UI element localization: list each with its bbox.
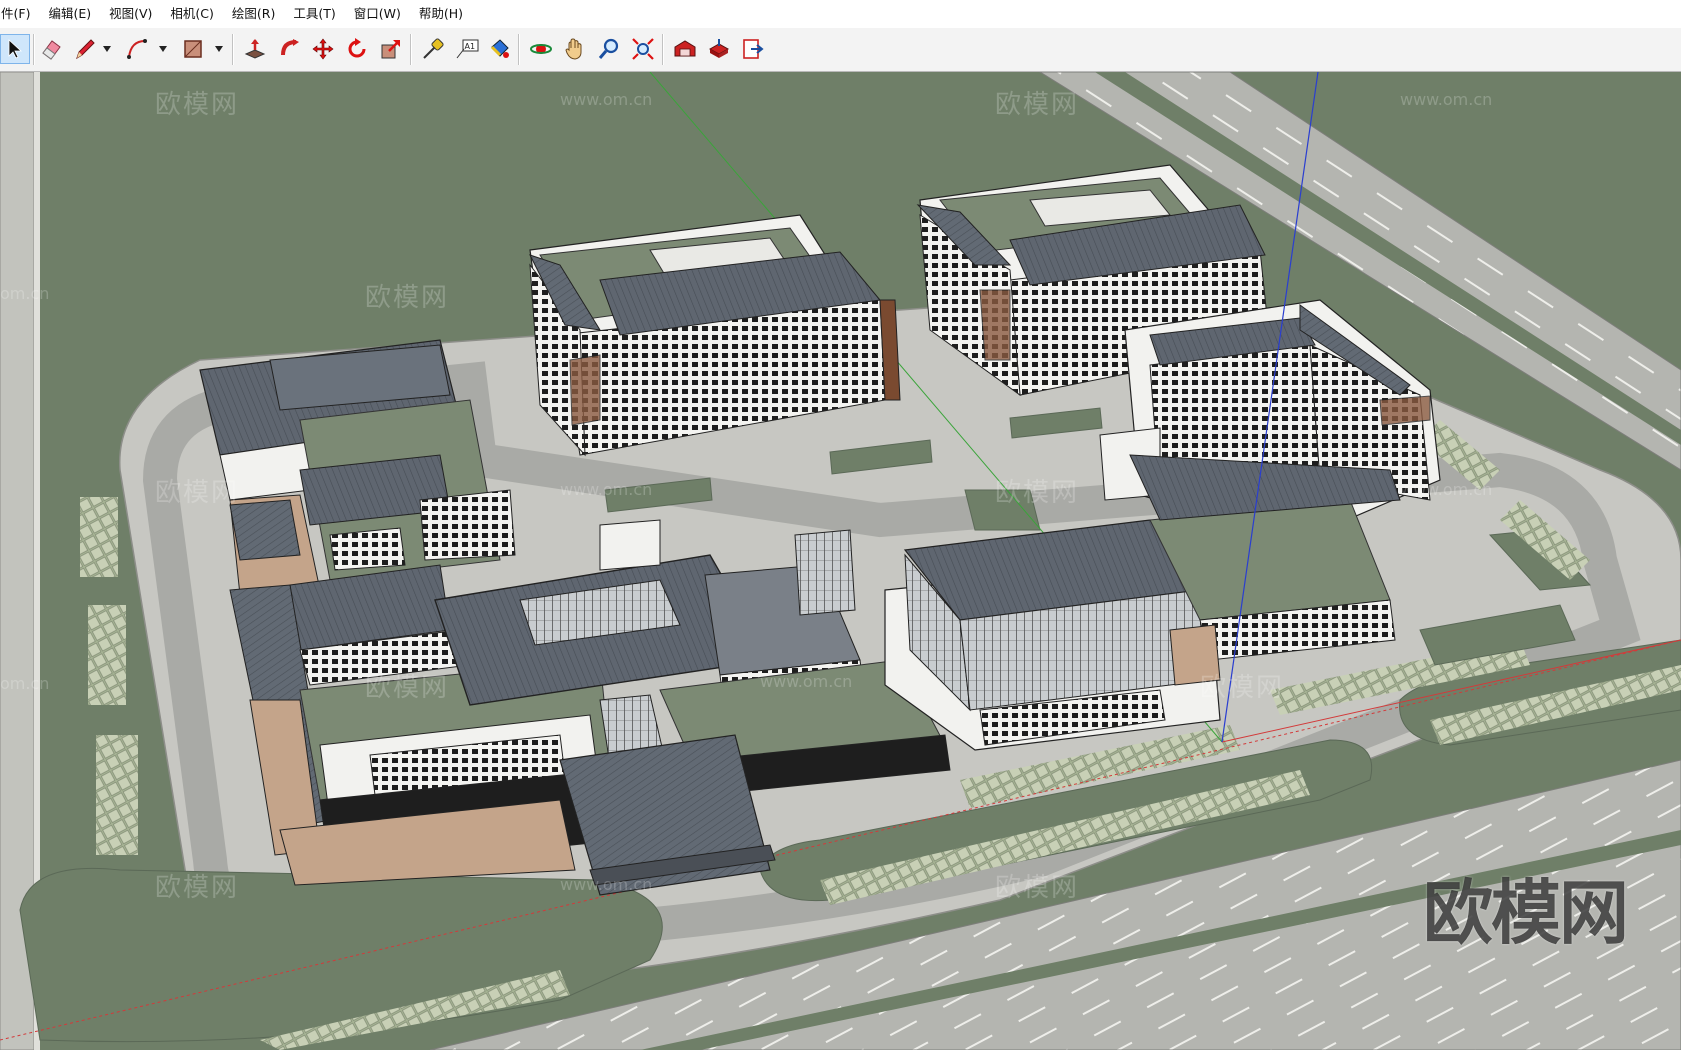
arrow-cursor-icon <box>8 39 23 59</box>
extension-tool-button[interactable] <box>738 34 768 64</box>
brand-logo: 欧模网 <box>1423 872 1629 954</box>
extension-icon <box>743 39 764 59</box>
select-tool-button[interactable] <box>0 34 30 64</box>
parking-left-1 <box>80 497 118 577</box>
model-viewport[interactable]: 欧模网 www.om.cn 欧模网 www.om.cn om.cn 欧模网 欧模… <box>0 72 1681 1050</box>
menu-help[interactable]: 帮助(H) <box>410 0 472 28</box>
shape-tool-button[interactable] <box>178 34 208 64</box>
menu-bar: 件(F) 编辑(E) 视图(V) 相机(C) 绘图(R) 工具(T) 窗口(W)… <box>0 0 1681 29</box>
menu-draw[interactable]: 绘图(R) <box>223 0 284 28</box>
warehouse-tool-button[interactable] <box>670 34 700 64</box>
follow-me-tool-button[interactable] <box>275 34 305 64</box>
zoom-tool-button[interactable] <box>594 34 624 64</box>
menu-window[interactable]: 窗口(W) <box>345 0 410 28</box>
arc-tool-button[interactable] <box>122 34 152 64</box>
scale-icon <box>381 40 400 59</box>
toolbar-separator <box>232 34 234 65</box>
pan-tool-button[interactable] <box>560 34 590 64</box>
orbit-icon <box>530 44 552 54</box>
parking-left-3 <box>96 735 138 855</box>
menu-file[interactable]: 件(F) <box>0 0 39 28</box>
zoom-extents-icon <box>632 38 654 60</box>
move-arrows-icon <box>312 38 334 60</box>
magnifier-icon <box>598 38 619 59</box>
paint-bucket-tool-button[interactable] <box>484 34 514 64</box>
tape-measure-icon <box>423 38 444 59</box>
move-tool-button[interactable] <box>308 34 338 64</box>
chevron-down-icon[interactable] <box>102 45 112 53</box>
chevron-down-icon[interactable] <box>214 45 224 53</box>
text-label-icon: A1 <box>456 39 479 59</box>
eraser-icon <box>42 40 61 60</box>
zoom-extents-tool-button[interactable] <box>628 34 658 64</box>
push-pull-icon <box>244 39 266 59</box>
tape-measure-tool-button[interactable] <box>418 34 448 64</box>
hand-icon <box>565 38 582 60</box>
follow-me-icon <box>281 39 299 56</box>
toolbar-separator <box>518 34 520 65</box>
rectangle-icon <box>184 40 202 58</box>
line-tool-button[interactable] <box>70 34 100 64</box>
pencil-icon <box>76 39 95 60</box>
paint-bucket-icon <box>490 39 509 58</box>
share-model-icon <box>708 39 730 58</box>
toolbar-separator <box>662 34 664 65</box>
rotate-tool-button[interactable] <box>342 34 372 64</box>
toolbar: A1 <box>0 28 1681 72</box>
text-tool-label: A1 <box>465 42 476 51</box>
toolbar-separator <box>410 34 412 65</box>
parking-left-2 <box>88 605 126 705</box>
lawn-strip-4 <box>964 489 1041 531</box>
eraser-tool-button[interactable] <box>36 34 66 64</box>
arc-icon <box>127 39 147 59</box>
orbit-tool-button[interactable] <box>526 34 556 64</box>
text-tool-button[interactable]: A1 <box>452 34 482 64</box>
push-pull-tool-button[interactable] <box>240 34 270 64</box>
warehouse-icon <box>674 40 696 57</box>
scale-tool-button[interactable] <box>376 34 406 64</box>
share-model-tool-button[interactable] <box>704 34 734 64</box>
menu-view[interactable]: 视图(V) <box>100 0 161 28</box>
chevron-down-icon[interactable] <box>158 45 168 53</box>
rotate-icon <box>348 38 366 58</box>
menu-edit[interactable]: 编辑(E) <box>39 0 100 28</box>
toolbar-separator <box>33 34 35 65</box>
menu-tools[interactable]: 工具(T) <box>284 0 344 28</box>
menu-camera[interactable]: 相机(C) <box>161 0 222 28</box>
